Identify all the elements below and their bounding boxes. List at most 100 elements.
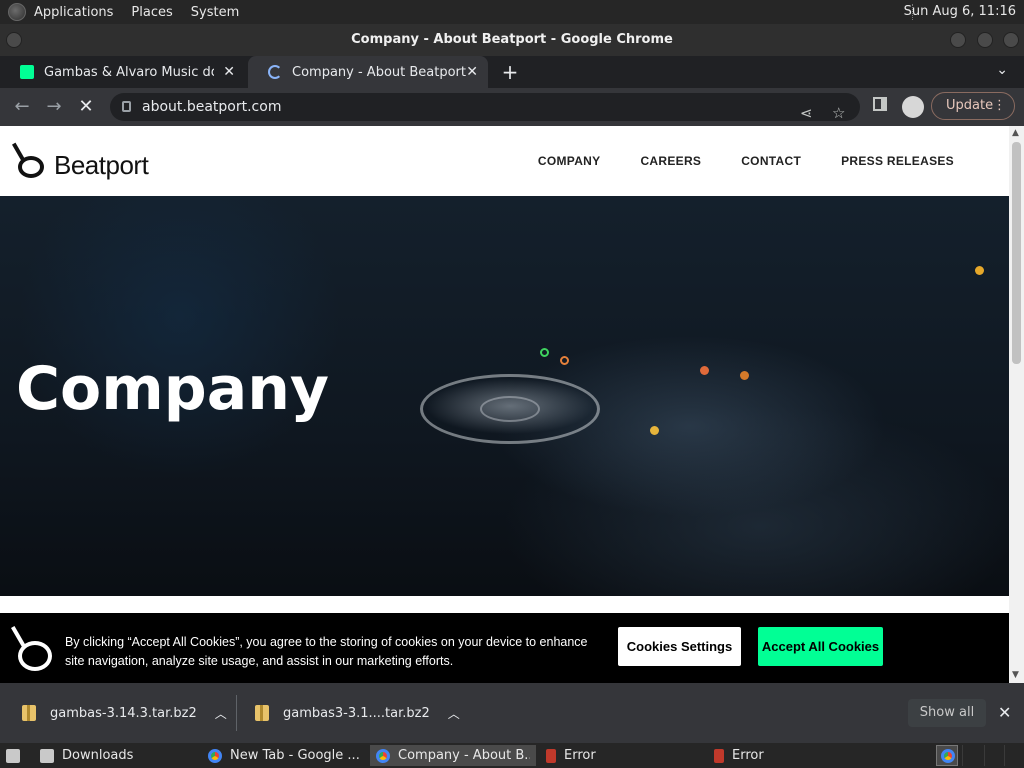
window-menu-icon[interactable] [6, 32, 22, 48]
show-all-button[interactable]: Show all [908, 699, 986, 727]
back-button[interactable]: ← [11, 96, 33, 118]
top-panel: Applications Places System Sun Aug 6, 11… [0, 0, 1024, 24]
bookmark-star-icon[interactable]: ☆ [832, 99, 845, 127]
tab-search-icon[interactable]: ⌄ [996, 62, 1008, 78]
knob-yellow [650, 426, 659, 435]
show-desktop-button[interactable] [0, 745, 28, 766]
scrollbar-thumb[interactable] [1012, 142, 1021, 364]
cookie-notice-text: By clicking “Accept All Cookies”, you ag… [65, 635, 588, 668]
chevron-up-icon[interactable]: ︿ [448, 705, 460, 722]
tab-close-icon[interactable]: ✕ [466, 64, 478, 80]
site-header: Beatport COMPANY CAREERS CONTACT PRESS R… [0, 126, 1009, 196]
task-label: New Tab - Google ... [230, 748, 360, 763]
share-icon[interactable]: ⋖ [800, 99, 813, 127]
beatport-logo-icon [12, 142, 46, 180]
chrome-icon [208, 748, 222, 763]
maximize-icon[interactable] [977, 32, 993, 48]
workspace-switcher[interactable] [984, 745, 1004, 766]
workspace-switcher[interactable] [962, 745, 982, 766]
system-logo-icon[interactable] [8, 3, 26, 21]
folder-icon [40, 748, 54, 763]
nav-company[interactable]: COMPANY [538, 154, 601, 168]
download-filename: gambas3-3.1....tar.bz2 [283, 705, 430, 721]
window-titlebar[interactable]: Company - About Beatport - Google Chrome [0, 24, 1024, 56]
tray-chrome-button[interactable] [936, 745, 958, 766]
tab-company[interactable]: Company - About Beatport ✕ [248, 56, 488, 88]
taskbar: Downloads New Tab - Google ... Company -… [0, 743, 1024, 768]
side-panel-icon[interactable] [873, 97, 887, 111]
panel-menu: Applications Places System [34, 5, 257, 20]
minimize-icon[interactable] [950, 32, 966, 48]
tab-label: Company - About Beatport [292, 64, 466, 80]
lock-icon[interactable] [122, 101, 131, 112]
knob-orange [560, 356, 569, 365]
address-bar[interactable]: about.beatport.com ⋖ ☆ [110, 93, 860, 122]
chevron-up-icon[interactable]: ︿ [215, 705, 227, 722]
stop-loading-button[interactable]: ✕ [75, 96, 97, 118]
scroll-up-icon[interactable]: ▲ [1012, 128, 1019, 138]
scroll-down-icon[interactable]: ▼ [1012, 670, 1019, 680]
taskbar-item-error[interactable]: Error [540, 745, 705, 766]
beatport-favicon-icon [20, 65, 34, 79]
knob-amber [740, 371, 749, 380]
browser-toolbar: ← → ✕ about.beatport.com ⋖ ☆ Update ⋮ [0, 88, 1024, 126]
beatport-cookie-logo-icon [11, 625, 54, 673]
panel-clock[interactable]: Sun Aug 6, 11:16 [904, 4, 1016, 19]
cookie-banner: By clicking “Accept All Cookies”, you ag… [0, 613, 1009, 683]
cookies-settings-button[interactable]: Cookies Settings [618, 627, 741, 666]
taskbar-item-downloads[interactable]: Downloads [34, 745, 199, 766]
archive-file-icon [22, 705, 36, 721]
knob-red [700, 366, 709, 375]
brand-name: Beatport [54, 150, 149, 180]
window-title: Company - About Beatport - Google Chrome [351, 32, 673, 47]
new-tab-button[interactable]: + [498, 60, 522, 84]
hero-banner: Company [0, 196, 1009, 596]
knob-corner [975, 266, 984, 275]
task-label: Downloads [62, 748, 134, 763]
close-window-icon[interactable] [1003, 32, 1019, 48]
task-label: Error [564, 748, 596, 763]
taskbar-item-error[interactable]: Error [708, 745, 873, 766]
download-shelf: gambas-3.14.3.tar.bz2 ︿ gambas3-3.1....t… [0, 683, 1024, 743]
page-scrollbar[interactable]: ▲ ▼ [1009, 126, 1024, 683]
nav-contact[interactable]: CONTACT [741, 154, 801, 168]
download-filename: gambas-3.14.3.tar.bz2 [50, 705, 197, 721]
knob-green [540, 348, 549, 357]
chrome-icon [941, 749, 955, 763]
applications-menu[interactable]: Applications [34, 5, 113, 20]
error-icon [546, 748, 556, 763]
error-icon [714, 748, 724, 763]
system-menu[interactable]: System [191, 5, 239, 20]
beatport-logo[interactable]: Beatport [12, 140, 149, 181]
update-button[interactable]: Update ⋮ [931, 92, 1015, 120]
nav-press-releases[interactable]: PRESS RELEASES [841, 154, 954, 168]
nav-careers[interactable]: CAREERS [640, 154, 701, 168]
page-viewport: Beatport COMPANY CAREERS CONTACT PRESS R… [0, 126, 1024, 683]
download-item[interactable]: gambas3-3.1....tar.bz2 ︿ [255, 683, 460, 743]
places-menu[interactable]: Places [131, 5, 172, 20]
tab-strip: Gambas & Alvaro Music downl ✕ Company - … [0, 56, 1024, 88]
dj-jog-center [480, 396, 540, 422]
profile-avatar-icon[interactable] [902, 96, 924, 118]
divider [236, 695, 237, 731]
tab-close-icon[interactable]: ✕ [223, 64, 235, 80]
loading-spinner-icon [268, 65, 282, 79]
forward-button[interactable]: → [43, 96, 65, 118]
taskbar-item-new-tab[interactable]: New Tab - Google ... [202, 745, 367, 766]
update-label: Update [946, 98, 994, 113]
task-label: Company - About B... [398, 748, 530, 763]
chrome-icon [376, 748, 390, 763]
accept-all-cookies-button[interactable]: Accept All Cookies [758, 627, 883, 666]
tab-label: Gambas & Alvaro Music downl [44, 64, 214, 80]
close-icon[interactable]: ✕ [998, 703, 1011, 722]
desktop: Applications Places System Sun Aug 6, 11… [0, 0, 1024, 768]
chrome-menu-icon[interactable]: ⋮ [993, 93, 1006, 119]
workspace-switcher[interactable] [1004, 745, 1024, 766]
task-label: Error [732, 748, 764, 763]
site-nav: COMPANY CAREERS CONTACT PRESS RELEASES [538, 154, 954, 168]
taskbar-item-company[interactable]: Company - About B... [370, 745, 536, 766]
download-item[interactable]: gambas-3.14.3.tar.bz2 ︿ [22, 683, 227, 743]
tab-gambas[interactable]: Gambas & Alvaro Music downl ✕ [0, 56, 245, 88]
archive-file-icon [255, 705, 269, 721]
desktop-icon [6, 748, 20, 763]
